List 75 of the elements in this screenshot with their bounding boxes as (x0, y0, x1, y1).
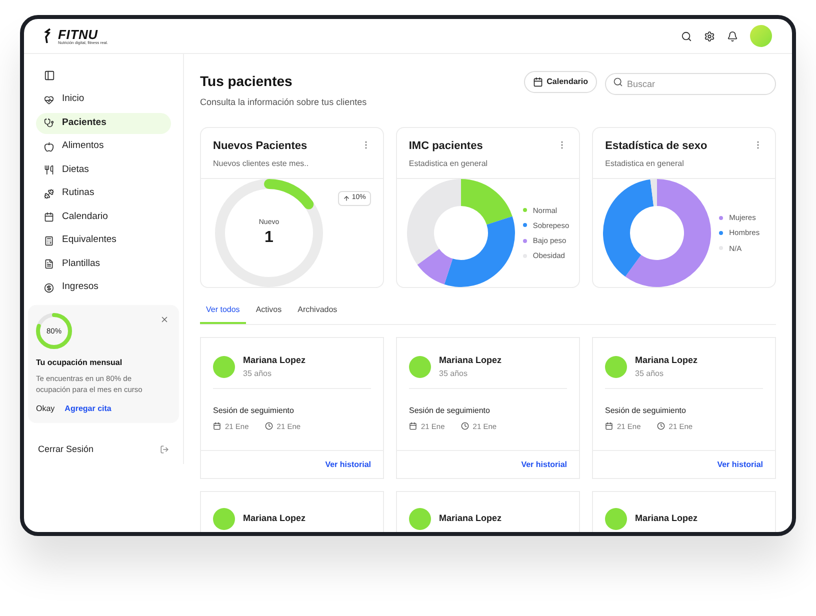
clock-icon (264, 422, 273, 430)
nav-item[interactable]: Inicio (36, 89, 171, 110)
calendar-icon (213, 422, 221, 430)
calendar-icon (409, 422, 417, 430)
session-type: Sesión de seguimiento (213, 404, 295, 416)
card-title: Nuevos Pacientes (213, 138, 308, 154)
history-link[interactable]: Ver historial (521, 458, 567, 470)
calendar-icon (44, 212, 54, 222)
patient-age: 35 años (243, 368, 272, 380)
session-type: Sesión de seguimiento (605, 404, 687, 416)
arrow-up-icon (342, 194, 350, 202)
occupancy-ring (36, 312, 72, 348)
patient-name: Mariana Lopez (635, 512, 698, 526)
search-icon (613, 77, 623, 87)
card-title: Estadística de sexo (605, 138, 708, 154)
calendar-icon (605, 422, 613, 430)
patient-name: Mariana Lopez (635, 354, 698, 367)
utensils-icon (44, 165, 54, 175)
nav-item[interactable]: Ingresos (36, 277, 171, 298)
dumbbell-icon (44, 188, 54, 198)
card-subtitle: Estadistica en general (605, 158, 685, 170)
nav-item[interactable]: Equivalentes (36, 230, 171, 251)
calculator-icon (44, 236, 54, 246)
card-title: IMC pacientes (408, 138, 484, 154)
history-link[interactable]: Ver historial (325, 458, 371, 470)
page-subtitle: Consulta la información sobre tus clientes (200, 96, 367, 109)
nav-item[interactable]: Pacientes (36, 112, 171, 134)
occupancy-title: Tu ocupación mensual (36, 356, 124, 368)
sidebar-toggle-icon[interactable] (44, 70, 55, 81)
nav-item[interactable]: Alimentos (36, 136, 171, 157)
clock-icon (656, 422, 665, 430)
apple-icon (44, 142, 54, 152)
document-icon (44, 259, 54, 269)
search-icon[interactable] (681, 30, 692, 42)
settings-icon[interactable] (704, 30, 715, 42)
patient-age: 35 años (439, 368, 468, 380)
notifications-icon[interactable] (727, 30, 738, 42)
dismiss-button[interactable]: Okay (36, 402, 55, 414)
nav-item[interactable]: Dietas (36, 160, 171, 180)
avatar (409, 508, 431, 530)
card-subtitle: Nuevos clientes este mes.. (213, 158, 309, 170)
stethoscope-icon (44, 118, 54, 128)
logout-label[interactable]: Cerrar Sesión (38, 442, 94, 456)
nav-item[interactable]: Rutinas (36, 183, 171, 204)
gauge-value: 1 (264, 228, 274, 248)
add-appointment-link[interactable]: Agregar cita (64, 402, 112, 414)
calendar-button[interactable]: Calendario (524, 71, 597, 93)
patient-name: Mariana Lopez (439, 354, 502, 367)
filter-tab[interactable]: Activos (250, 304, 288, 324)
avatar (409, 356, 431, 378)
patient-name: Mariana Lopez (243, 512, 306, 526)
logo-text: FITNU (58, 28, 98, 40)
page-title: Tus pacientes (200, 72, 294, 91)
clock-icon (460, 422, 469, 430)
calendar-icon (532, 77, 543, 87)
logout-icon[interactable] (160, 444, 169, 454)
patient-age: 35 años (635, 368, 664, 380)
nav-item[interactable]: Plantillas (36, 254, 171, 274)
card-subtitle: Estadistica en general (408, 158, 488, 170)
session-type: Sesión de seguimiento (409, 404, 491, 416)
search-field[interactable]: Buscar (605, 73, 776, 95)
avatar (605, 508, 627, 530)
filter-tab[interactable]: Archivados (292, 304, 344, 324)
history-link[interactable]: Ver historial (717, 458, 763, 470)
nav-item[interactable]: Calendario (36, 206, 171, 228)
avatar (605, 356, 627, 378)
patient-name: Mariana Lopez (243, 354, 306, 367)
filter-tab[interactable]: Ver todos (200, 304, 246, 324)
patient-name: Mariana Lopez (439, 512, 502, 526)
avatar (213, 356, 235, 378)
heart-pulse-icon (44, 94, 54, 104)
logo-icon (44, 28, 52, 44)
dollar-icon (44, 282, 54, 292)
avatar (213, 508, 235, 530)
close-icon[interactable] (160, 314, 169, 324)
